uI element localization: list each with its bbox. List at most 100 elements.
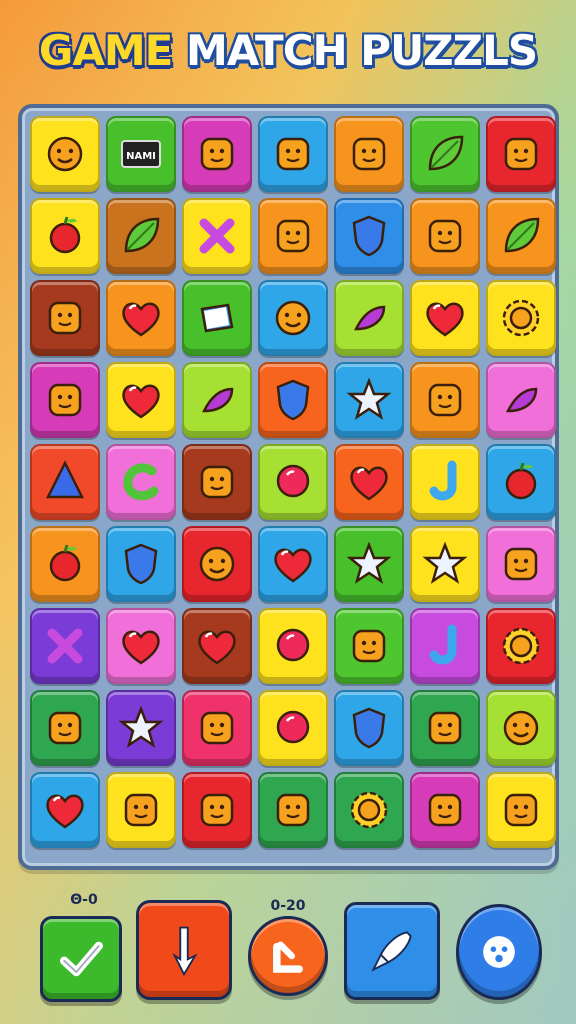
tile[interactable] [410,444,480,520]
slime-face-icon [504,793,538,827]
tile[interactable] [30,198,100,274]
tile[interactable] [410,280,480,356]
fox-face-icon [48,711,82,745]
tile[interactable] [182,444,252,520]
tile[interactable] [334,362,404,438]
tile[interactable] [30,280,100,356]
tile[interactable] [410,772,480,848]
face-button[interactable] [456,904,542,1000]
pinecone-icon [276,793,310,827]
tile[interactable] [258,444,328,520]
tile[interactable] [182,116,252,192]
tile[interactable] [334,280,404,356]
tile[interactable] [106,690,176,766]
tile[interactable] [258,772,328,848]
tile[interactable] [486,608,556,684]
tile[interactable] [30,526,100,602]
tile[interactable] [182,280,252,356]
tile[interactable] [106,772,176,848]
tile[interactable] [106,362,176,438]
heart-check-icon [352,629,386,663]
tile[interactable] [258,608,328,684]
tile[interactable] [258,198,328,274]
square-face-icon [504,137,538,171]
tile[interactable] [334,198,404,274]
tile[interactable] [334,526,404,602]
cat-face-icon [352,137,386,171]
leaf-drop-icon [428,135,464,171]
tile[interactable] [410,608,480,684]
tile[interactable] [182,772,252,848]
balloon-icon [276,628,310,662]
tile[interactable] [30,444,100,520]
hint-button[interactable] [248,916,328,996]
tile[interactable] [410,362,480,438]
tile[interactable] [334,116,404,192]
u-shield-icon [352,707,386,749]
crossed-swords-icon [47,628,83,664]
tile[interactable] [486,444,556,520]
tile[interactable] [486,690,556,766]
blob-face-icon [428,793,462,827]
sun-face-icon [199,546,235,582]
tile-grid: NAMI [30,116,556,848]
tile[interactable] [106,280,176,356]
tile[interactable] [334,772,404,848]
tile[interactable] [30,362,100,438]
tile[interactable] [106,198,176,274]
tile[interactable] [334,608,404,684]
tile[interactable] [486,526,556,602]
triangle-icon [45,460,85,499]
tile[interactable] [182,362,252,438]
tile[interactable] [410,198,480,274]
tile[interactable] [106,444,176,520]
undo-button[interactable] [136,900,232,1000]
tile[interactable] [182,690,252,766]
tile[interactable] [30,772,100,848]
bird-icon [276,137,310,171]
tile[interactable] [258,116,328,192]
tile[interactable] [182,608,252,684]
tile[interactable] [258,280,328,356]
tile[interactable] [486,116,556,192]
heart-icon [122,630,160,665]
square-knot-icon [200,793,234,827]
tile[interactable] [182,526,252,602]
tile[interactable] [30,608,100,684]
star-icon [346,377,392,420]
tile[interactable] [486,772,556,848]
tile[interactable] [258,526,328,602]
star-icon [346,541,392,584]
cat-face-icon [200,711,234,745]
arrow-down-icon [172,926,198,977]
tool-button[interactable] [344,902,440,1000]
water-drop-icon [124,543,158,585]
tile[interactable] [30,116,100,192]
sun-face-icon [275,300,311,336]
eggplant-icon [353,305,386,331]
tile[interactable] [334,690,404,766]
heart-icon [426,302,464,337]
leaf-icon [504,217,540,253]
tile[interactable] [182,198,252,274]
confirm-button-counter: Θ-0 [70,892,98,908]
star-icon [422,541,468,584]
tile[interactable] [410,116,480,192]
j-letter-icon [429,460,457,501]
tile[interactable] [486,280,556,356]
lemon-icon [428,711,462,745]
tile[interactable] [486,362,556,438]
tile[interactable] [486,198,556,274]
tile[interactable] [258,690,328,766]
confirm-button[interactable] [40,916,122,1002]
tile[interactable] [258,362,328,438]
tile[interactable] [410,690,480,766]
tile[interactable] [30,690,100,766]
sleepy-face-icon [124,793,158,827]
tile[interactable] [334,444,404,520]
tile[interactable]: NAMI [106,116,176,192]
balloon-icon [276,464,310,498]
tile[interactable] [410,526,480,602]
tile[interactable] [106,526,176,602]
tile[interactable] [106,608,176,684]
